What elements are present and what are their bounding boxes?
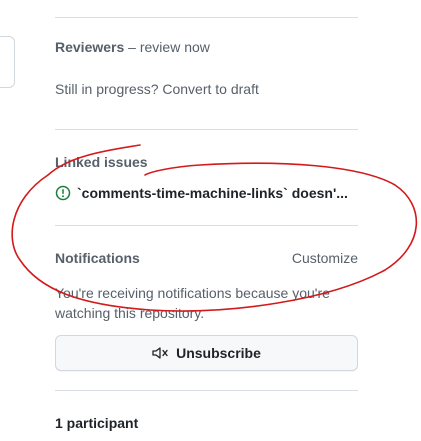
customize-link[interactable]: Customize: [292, 250, 358, 266]
linked-issue-title[interactable]: `comments-time-machine-links` doesn'...: [77, 185, 348, 201]
divider: [55, 17, 358, 18]
linked-issue-item[interactable]: `comments-time-machine-links` doesn'...: [55, 185, 358, 201]
red-annotation-circle: [11, 144, 418, 312]
reviewers-label: Reviewers: [55, 39, 125, 55]
reviewers-row: Reviewers – review now: [55, 39, 210, 55]
convert-to-draft-text[interactable]: Still in progress? Convert to draft: [55, 81, 259, 97]
reviewers-separator: –: [124, 39, 140, 55]
divider: [55, 129, 358, 130]
unsubscribe-button[interactable]: Unsubscribe: [55, 335, 358, 371]
issue-opened-icon: [55, 185, 71, 201]
linked-issues-heading: Linked issues: [55, 154, 148, 170]
left-panel-edge: [0, 36, 15, 88]
review-now-link[interactable]: review now: [140, 39, 210, 55]
unsubscribe-label: Unsubscribe: [176, 345, 261, 361]
divider: [55, 390, 358, 391]
notification-status-text: You're receiving notifications because y…: [55, 285, 330, 321]
notifications-heading: Notifications: [55, 250, 140, 266]
bell-slash-icon: [152, 346, 170, 360]
divider: [55, 225, 358, 226]
participants-heading: 1 participant: [55, 415, 139, 431]
